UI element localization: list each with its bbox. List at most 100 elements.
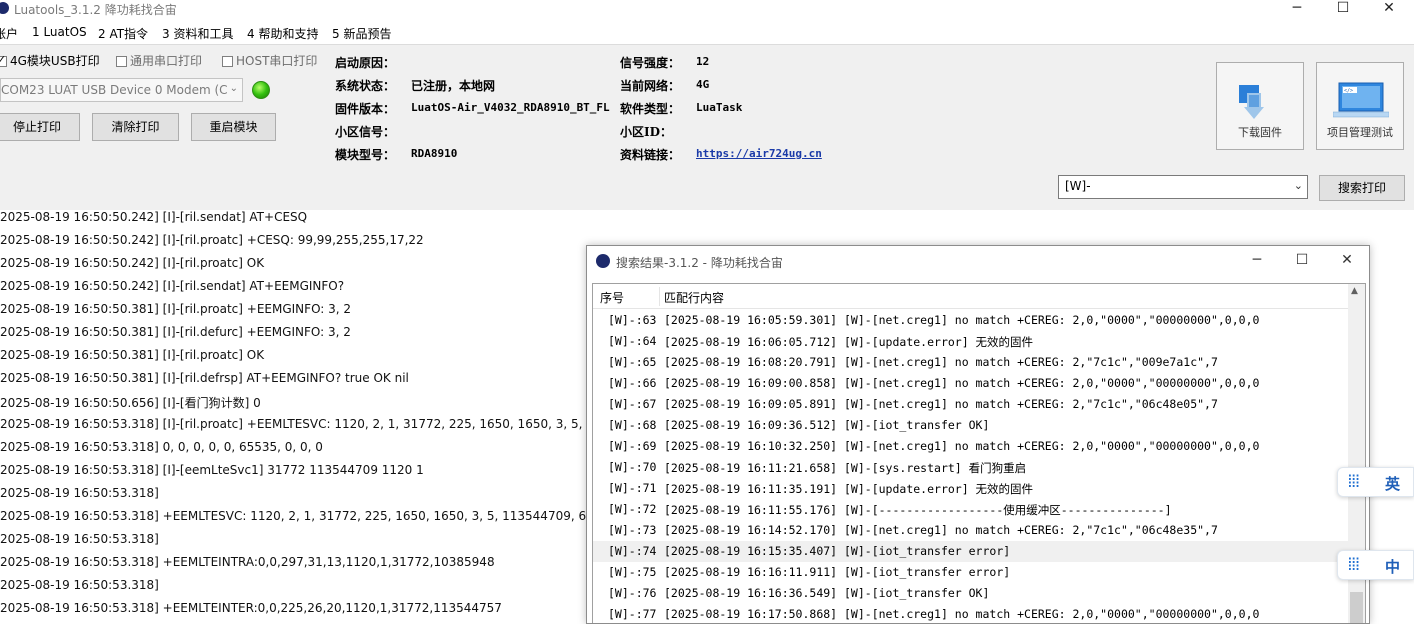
result-row[interactable]: [W]-:63 [2025-08-19 16:05:59.301] [W]-[ne…: [593, 310, 1349, 331]
result-list[interactable]: 序号 匹配行内容 [W]-:63 [2025-08-19 16:05:59.301…: [592, 283, 1366, 623]
clear-print-button[interactable]: 清除打印: [92, 113, 179, 141]
log-line: 2025-08-19 16:50:50.381] [I]-[ril.proatc…: [0, 302, 352, 316]
result-row[interactable]: [W]-:74 [2025-08-19 16:15:35.407] [W]-[io…: [593, 541, 1349, 562]
log-line: 2025-08-19 16:50:50.381] [I]-[ril.defurc…: [0, 325, 351, 339]
result-row-index: [W]-:73: [608, 523, 657, 537]
menu-help-support[interactable]: 4 帮助和支持: [247, 25, 318, 42]
scroll-up-icon[interactable]: ▲: [1351, 286, 1358, 296]
doc-link[interactable]: https://air724ug.cn: [696, 147, 822, 160]
app-logo-icon: [0, 2, 9, 14]
log-line: 2025-08-19 16:50:50.242] [I]-[ril.proatc…: [0, 233, 424, 247]
result-row-index: [W]-:64: [608, 334, 657, 348]
port-select-value: COM23 LUAT USB Device 0 Modem (C: [1, 83, 228, 97]
current-network-row: 当前网络： 4G: [620, 77, 709, 94]
column-header-content[interactable]: 匹配行内容: [664, 289, 724, 306]
current-network-label: 当前网络：: [620, 79, 681, 93]
menu-new-products[interactable]: 5 新品预告: [332, 25, 391, 42]
usb-4g-print-checkbox[interactable]: 4G模块USB打印: [0, 52, 100, 69]
log-line: 2025-08-19 16:50:53.318] [I]-[eemLteSvc1…: [0, 463, 424, 477]
column-header-index[interactable]: 序号: [600, 289, 624, 306]
result-row[interactable]: [W]-:75 [2025-08-19 16:16:11.911] [W]-[io…: [593, 562, 1349, 583]
result-row-index: [W]-:71: [608, 481, 657, 495]
result-row-index: [W]-:68: [608, 418, 657, 432]
stop-print-button[interactable]: 停止打印: [0, 113, 80, 141]
translate-chinese-widget[interactable]: ⦙⦙⦙ 中: [1337, 550, 1414, 580]
search-filter-value: [W]-: [1065, 179, 1091, 193]
translate-english-widget[interactable]: ⦙⦙⦙ 英: [1337, 467, 1414, 497]
host-serial-print-checkbox[interactable]: HOST串口打印: [222, 52, 317, 69]
system-status-row: 系统状态： 已注册，本地网: [335, 77, 495, 94]
project-test-button[interactable]: </> 项目管理测试: [1316, 62, 1404, 150]
result-row[interactable]: [W]-:73 [2025-08-19 16:14:52.170] [W]-[ne…: [593, 520, 1349, 541]
result-row-content: [2025-08-19 16:06:05.712] [W]-[update.er…: [664, 335, 1034, 349]
result-row[interactable]: [W]-:71 [2025-08-19 16:11:35.191] [W]-[up…: [593, 478, 1349, 499]
result-row[interactable]: [W]-:76 [2025-08-19 16:16:36.549] [W]-[io…: [593, 583, 1349, 604]
log-line: 2025-08-19 16:50:53.318] +EEMLTEINTRA:0,…: [0, 555, 495, 569]
result-row-index: [W]-:77: [608, 607, 657, 621]
menu-at-commands[interactable]: 2 AT指令: [98, 25, 148, 42]
close-button[interactable]: ✕: [1366, 0, 1412, 18]
search-result-dialog: 搜索结果-3.1.2 - 降功耗找合宙 ─ ☐ ✕ 序号 匹配行内容 [W]-:…: [586, 245, 1370, 624]
download-arrow-icon: [1239, 85, 1264, 119]
dialog-minimize-button[interactable]: ─: [1237, 252, 1277, 268]
result-row[interactable]: [W]-:64 [2025-08-19 16:06:05.712] [W]-[up…: [593, 331, 1349, 352]
laptop-code-icon: </>: [1333, 82, 1389, 118]
search-print-button[interactable]: 搜索打印: [1319, 175, 1405, 201]
result-row-content: [2025-08-19 16:08:20.791] [W]-[net.creg1…: [664, 355, 1218, 369]
result-row[interactable]: [W]-:65 [2025-08-19 16:08:20.791] [W]-[ne…: [593, 352, 1349, 373]
dialog-close-button[interactable]: ✕: [1327, 252, 1367, 268]
log-line: 2025-08-19 16:50:50.381] [I]-[ril.defrsp…: [0, 371, 409, 385]
dialog-title-bar: 搜索结果-3.1.2 - 降功耗找合宙 ─ ☐ ✕: [587, 246, 1369, 276]
serial-print-checkbox[interactable]: 通用串口打印: [116, 52, 202, 69]
port-select[interactable]: COM23 LUAT USB Device 0 Modem (C ⌄: [0, 78, 243, 102]
restart-module-button[interactable]: 重启模块: [191, 113, 276, 141]
result-row[interactable]: [W]-:69 [2025-08-19 16:10:32.250] [W]-[ne…: [593, 436, 1349, 457]
result-row-index: [W]-:65: [608, 355, 657, 369]
menu-account[interactable]: 账户: [0, 25, 18, 42]
host-serial-print-label: HOST串口打印: [236, 54, 318, 68]
search-filter-combo[interactable]: [W]- ⌄: [1058, 175, 1308, 199]
chevron-down-icon: ⌄: [229, 83, 238, 94]
result-row[interactable]: [W]-:70 [2025-08-19 16:11:21.658] [W]-[sy…: [593, 457, 1349, 478]
result-row-content: [2025-08-19 16:09:36.512] [W]-[iot_trans…: [664, 418, 990, 432]
maximize-button[interactable]: ☐: [1320, 0, 1366, 18]
log-line: 2025-08-19 16:50:53.318] +EEMLTEINTER:0,…: [0, 601, 502, 615]
result-row[interactable]: [W]-:77 [2025-08-19 16:17:50.868] [W]-[ne…: [593, 604, 1349, 623]
menu-luatos[interactable]: 1 LuatOS: [32, 25, 87, 39]
result-row-index: [W]-:67: [608, 397, 657, 411]
result-row[interactable]: [W]-:68 [2025-08-19 16:09:36.512] [W]-[io…: [593, 415, 1349, 436]
dialog-title: 搜索结果-3.1.2 - 降功耗找合宙: [616, 256, 783, 270]
scrollbar-thumb[interactable]: [1350, 592, 1363, 623]
log-line: 2025-08-19 16:50:53.318]: [0, 578, 159, 592]
log-line: 2025-08-19 16:50:50.381] [I]-[ril.proatc…: [0, 348, 265, 362]
software-type-row: 软件类型： LuaTask: [620, 100, 742, 117]
result-row[interactable]: [W]-:72 [2025-08-19 16:11:55.176] [W]-[--…: [593, 499, 1349, 520]
dialog-maximize-button[interactable]: ☐: [1282, 252, 1322, 268]
boot-reason-label: 启动原因：: [335, 56, 396, 70]
log-line: 2025-08-19 16:50:53.318]: [0, 532, 159, 546]
checkbox-checked-icon: [0, 53, 7, 67]
cell-id-row: 小区ID：: [620, 123, 672, 140]
window-title: Luatools_3.1.2 降功耗找合宙: [14, 3, 177, 17]
minimize-button[interactable]: ─: [1274, 0, 1320, 18]
menu-resources-tools[interactable]: 3 资料和工具: [162, 25, 233, 42]
log-line: 2025-08-19 16:50:53.318] [I]-[ril.proatc…: [0, 417, 633, 431]
result-row[interactable]: [W]-:66 [2025-08-19 16:09:00.858] [W]-[ne…: [593, 373, 1349, 394]
result-row[interactable]: [W]-:67 [2025-08-19 16:09:05.891] [W]-[ne…: [593, 394, 1349, 415]
result-row-content: [2025-08-19 16:16:11.911] [W]-[iot_trans…: [664, 565, 1011, 579]
firmware-label: 固件版本：: [335, 102, 396, 116]
result-row-content: [2025-08-19 16:11:21.658] [W]-[sys.resta…: [664, 461, 1027, 475]
log-line: 2025-08-19 16:50:53.318] +EEMLTESVC: 112…: [0, 509, 632, 523]
module-model-label: 模块型号：: [335, 148, 396, 162]
cell-id-label: 小区ID：: [620, 125, 673, 139]
checkbox-unchecked-icon: [116, 56, 127, 67]
current-network-value: 4G: [696, 78, 710, 91]
control-panel: 4G模块USB打印 通用串口打印 HOST串口打印 COM23 LUAT USB…: [0, 44, 1414, 210]
result-row-content: [2025-08-19 16:11:35.191] [W]-[update.er…: [664, 482, 1034, 496]
log-line: 2025-08-19 16:50:53.318] 0, 0, 0, 0, 0, …: [0, 440, 323, 454]
result-row-index: [W]-:75: [608, 565, 657, 579]
svg-text:</>: </>: [1344, 88, 1353, 94]
download-firmware-button[interactable]: 下载固件: [1216, 62, 1304, 150]
checkbox-unchecked-icon: [222, 56, 233, 67]
log-line: 2025-08-19 16:50:53.318]: [0, 486, 159, 500]
